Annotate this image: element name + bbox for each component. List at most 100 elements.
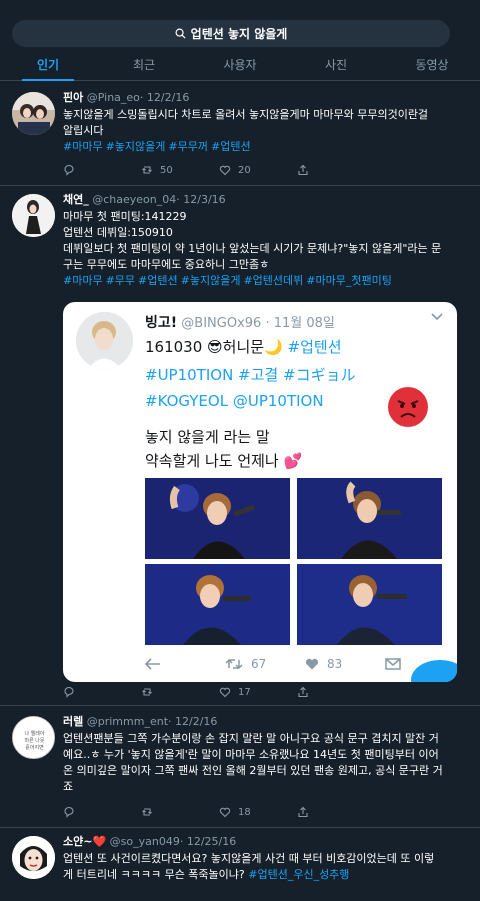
author-handle[interactable]: @so_yan049 xyxy=(110,835,180,848)
tweet-text-line: 마마무 첫 팬미팅:141229 xyxy=(63,210,187,223)
retweet-icon xyxy=(142,808,152,816)
avatar[interactable] xyxy=(12,194,55,237)
card-retweet: 67 xyxy=(225,657,305,671)
reply-icon xyxy=(64,164,74,176)
author-handle[interactable]: @primmm_ent xyxy=(87,715,168,728)
tab-top[interactable]: 인기 xyxy=(0,52,96,81)
hashtag[interactable]: #마마무_첫팬미팅 xyxy=(306,274,392,287)
tweet-text-line: 죠 xyxy=(63,780,74,793)
retweet-button[interactable] xyxy=(141,686,219,698)
author-handle[interactable]: @Pina_eo xyxy=(87,91,140,104)
tweet-text-line: 구는 무무에도 마마무에도 중요하니 그만좀ㅎ xyxy=(63,258,270,271)
svg-text:흩어지면: 흩어지면 xyxy=(25,744,44,751)
tweet[interactable]: 핀아 @Pina_eo· 12/2/16 놓지않을게 스밍돌립시다 차트로 올려… xyxy=(0,82,480,186)
search-bar[interactable]: 업텐션 놓지 않을게 xyxy=(12,20,450,47)
tab-videos[interactable]: 동영상 xyxy=(384,52,480,80)
tweet-text-line: 업텐션팬분들 그쪽 가수분이랑 손 잡지 말란 말 아니구요 공식 문구 겹치지… xyxy=(63,732,439,745)
author-name[interactable]: 핀아 xyxy=(63,91,83,104)
retweet-button[interactable] xyxy=(141,806,219,818)
tweet-text-line: 예요..ㅎ 누가 '놓지 않을게'란 말이 마마무 소유랬나요 14년도 첫 팬… xyxy=(63,748,439,761)
tab-photos[interactable]: 사진 xyxy=(288,52,384,80)
attached-image[interactable]: 빙고! @BINGOx96 · 11월 08일 161030 😎허니문🌙 #업텐… xyxy=(63,302,457,682)
heart-icon xyxy=(219,165,231,176)
reply-button[interactable] xyxy=(63,686,141,698)
tweet-date[interactable]: · 12/2/16 xyxy=(168,715,217,728)
retweet-icon xyxy=(142,166,152,174)
retweet-count: 50 xyxy=(160,164,173,176)
share-icon xyxy=(298,806,308,818)
tweet-date[interactable]: · 12/25/16 xyxy=(180,835,236,848)
tweet[interactable]: 소얀~❤️ @so_yan049· 12/25/16 업텐션 또 사건이르켰다면… xyxy=(0,828,480,901)
search-query: 업텐션 놓지 않을게 xyxy=(190,27,288,41)
author-handle[interactable]: @chaeyeon_04 xyxy=(92,193,176,206)
share-icon xyxy=(298,164,308,176)
tweet-text-line: 업텐션 데뷔일:150910 xyxy=(63,226,173,239)
reply-icon xyxy=(64,686,74,698)
retweet-button[interactable]: 50 xyxy=(141,164,219,176)
hashtag[interactable]: #업텐션 xyxy=(211,140,251,153)
hashtag[interactable]: #마마무 xyxy=(63,140,103,153)
concert-photo xyxy=(145,564,290,645)
card-author-name: 빙고! xyxy=(145,315,178,331)
card-like-count: 83 xyxy=(327,657,343,671)
card-text-line: 약속할게 나도 언제나 💕 xyxy=(145,452,303,470)
like-button[interactable]: 20 xyxy=(219,164,297,176)
search-icon xyxy=(175,28,186,39)
like-button[interactable]: 17 xyxy=(219,686,297,698)
share-button[interactable] xyxy=(297,164,375,176)
author-name[interactable]: 소얀~❤️ xyxy=(63,835,106,848)
card-like: 83 xyxy=(305,657,385,671)
concert-photo xyxy=(297,564,442,645)
hashtag[interactable]: #업텐션 xyxy=(138,274,178,287)
retweet-icon xyxy=(225,658,243,670)
avatar[interactable] xyxy=(12,92,55,135)
author-name[interactable]: 채연_ xyxy=(63,193,89,206)
retweet-icon xyxy=(142,688,152,696)
like-button[interactable]: 18 xyxy=(219,806,297,818)
tweet-text-line: 알립시다 xyxy=(63,124,104,137)
chevron-down-icon xyxy=(431,313,443,321)
tweet[interactable]: 채연_ @chaeyeon_04· 12/3/16 마마무 첫 팬미팅:1412… xyxy=(0,186,480,706)
card-retweet-count: 67 xyxy=(251,657,267,671)
share-button[interactable] xyxy=(297,686,375,698)
hashtag[interactable]: #놓지않을게 xyxy=(106,140,166,153)
tab-people[interactable]: 사용자 xyxy=(192,52,288,80)
avatar[interactable] xyxy=(12,836,55,879)
hashtag[interactable]: #업텐션_우신_성추행 xyxy=(248,868,349,881)
tweet-text-line: 놓지않을게 스밍돌립시다 차트로 올려서 놓지않을게마 마마무와 무무의것이란걸 xyxy=(63,108,429,121)
tab-latest[interactable]: 최근 xyxy=(96,52,192,80)
avatar[interactable]: 나 엘레아 마른 나뭇 흩어지면 xyxy=(12,716,55,759)
tweet-date[interactable]: · 12/2/16 xyxy=(140,91,189,104)
like-count: 17 xyxy=(238,686,251,698)
card-hashtag-line: #KOGYEOL @UP10TION xyxy=(145,392,324,410)
card-reply-icon xyxy=(145,658,225,670)
concert-photo xyxy=(297,478,442,559)
tweet-text-line: 게 터트리네 ㅋㅋㅋㅋ 무슨 폭죽놀이냐? #업텐션_우신_성추행 xyxy=(63,868,350,881)
reply-button[interactable] xyxy=(63,806,141,818)
tweet-text-line: 업텐션 또 사건이르켰다면서요? 놓지않을게 사건 때 부터 비호감이었는데 또… xyxy=(63,852,435,865)
concert-photo xyxy=(145,478,290,559)
angry-face-icon xyxy=(388,387,428,427)
hashtag-row: #마마무 #놓지않을게 #무무꺼 #업텐션 xyxy=(63,139,468,155)
hashtag-row: #마마무 #무무 #업텐션 #놓지않을게 #업텐션데뷔 #마마무_첫팬미팅 xyxy=(63,273,468,289)
hashtag[interactable]: #무무꺼 xyxy=(168,140,208,153)
heart-icon xyxy=(219,687,231,698)
reply-button[interactable] xyxy=(63,164,141,176)
card-hashtag-line: #UP10TION #고결 #コギョル xyxy=(145,366,356,384)
hashtag[interactable]: #업텐션데뷔 xyxy=(243,274,303,287)
share-button[interactable] xyxy=(297,806,375,818)
tab-bar: 인기 최근 사용자 사진 동영상 xyxy=(0,52,480,81)
hashtag[interactable]: #놓지않을게 xyxy=(181,274,241,287)
like-count: 20 xyxy=(238,164,251,176)
author-name[interactable]: 러렐 xyxy=(63,715,83,728)
tweet[interactable]: 나 엘레아 마른 나뭇 흩어지면 러렐 @primmm_ent· 12/2/16 업… xyxy=(0,706,480,828)
card-text-line: 놓지 않을게 라는 말 xyxy=(145,428,270,446)
hashtag[interactable]: #무무 xyxy=(106,274,135,287)
tweet-date[interactable]: · 12/3/16 xyxy=(176,193,225,206)
card-date: · 11월 08일 xyxy=(265,316,335,331)
hashtag[interactable]: #마마무 xyxy=(63,274,103,287)
share-icon xyxy=(298,686,308,698)
tweet-text-line: 데뷔일보다 첫 팬미팅이 약 1년이나 앞섰는데 시기가 문제냐?"놓지 않을게… xyxy=(63,242,442,255)
tweet-text-line: 온 의미깊은 말이자 그쪽 팬싸 전인 올해 2월부터 있던 팬송 원제고, 공… xyxy=(63,764,443,777)
svg-text:나 엘레아: 나 엘레아 xyxy=(25,730,45,737)
